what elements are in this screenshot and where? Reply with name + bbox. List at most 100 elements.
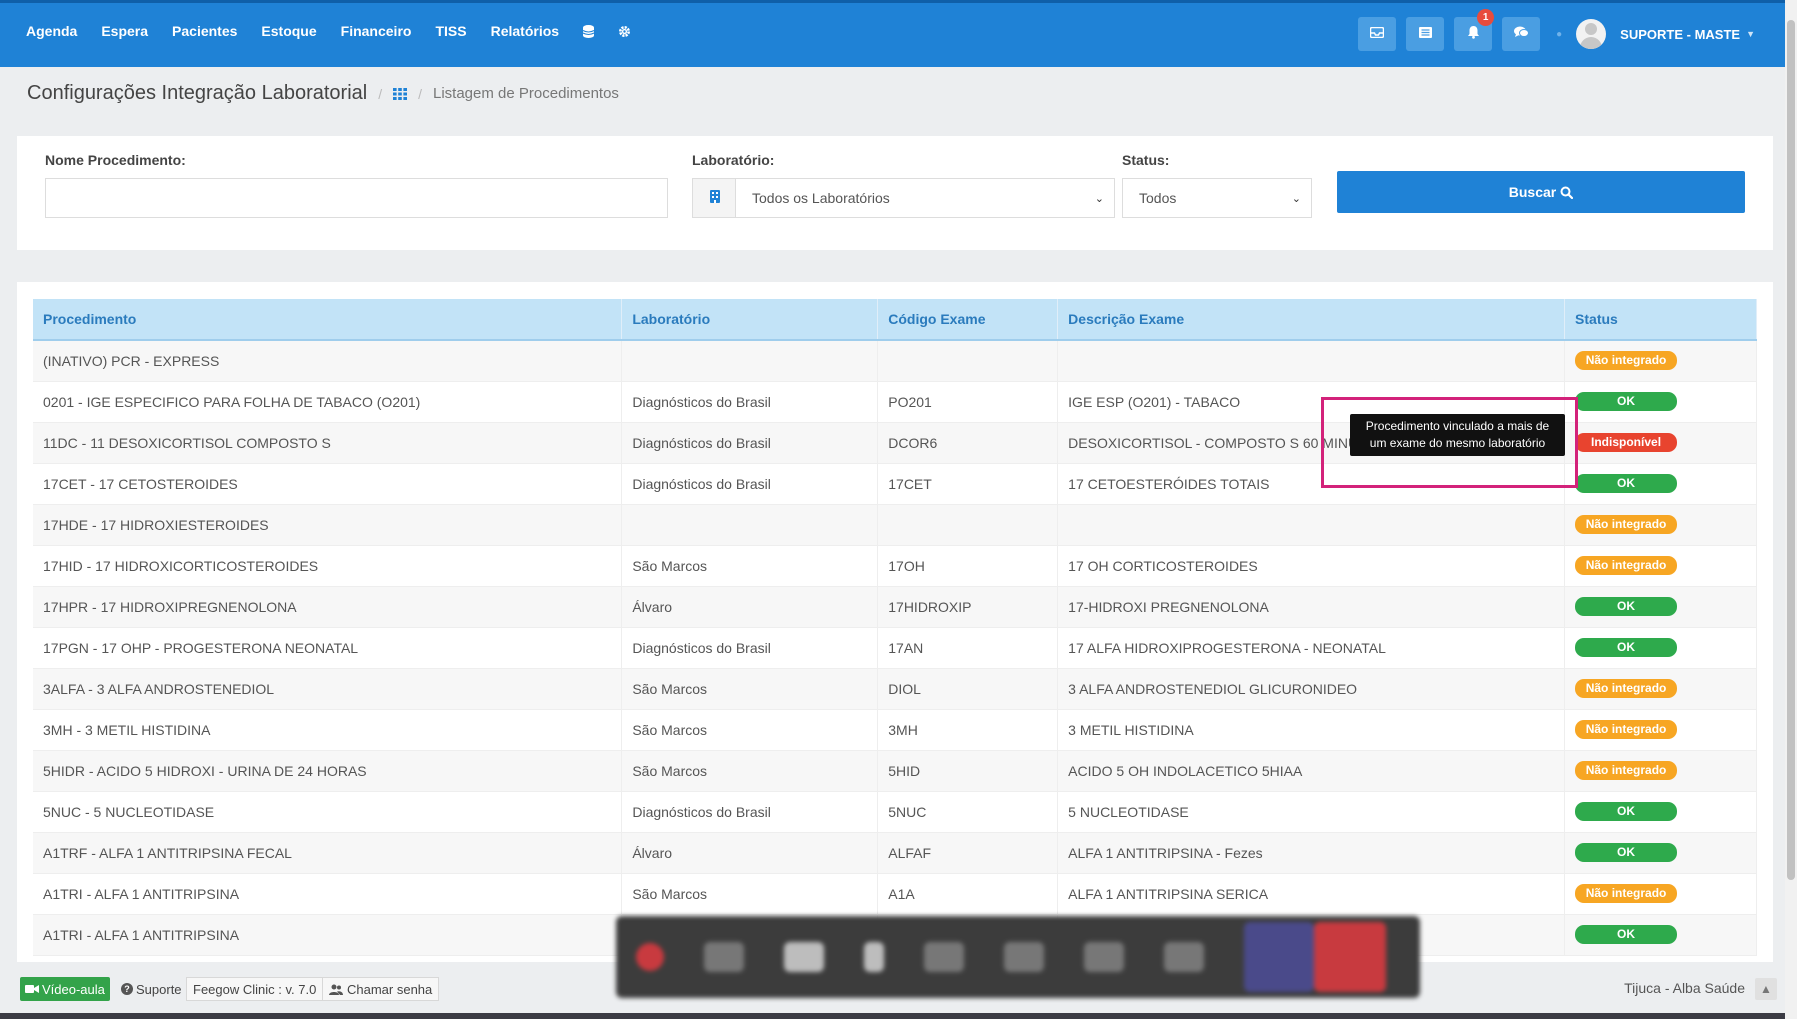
notifications-button[interactable]: 1 bbox=[1454, 9, 1495, 51]
breadcrumb: Configurações Integração Laboratorial / … bbox=[27, 82, 619, 105]
cell-laboratorio bbox=[621, 340, 879, 382]
status-badge[interactable]: Não integrado bbox=[1575, 351, 1678, 371]
gear-icon[interactable] bbox=[618, 25, 631, 38]
end-call-icon[interactable] bbox=[1314, 922, 1386, 992]
cell-status: Não integrado bbox=[1564, 504, 1757, 546]
status-select[interactable]: Todos ⌄ bbox=[1122, 178, 1312, 218]
status-badge[interactable]: Não integrado bbox=[1575, 761, 1678, 780]
video-aula-button[interactable]: Vídeo-aula bbox=[20, 977, 110, 1001]
nav-pacientes[interactable]: Pacientes bbox=[172, 23, 237, 39]
table-row[interactable]: 17HPR - 17 HIDROXIPREGNENOLONA Álvaro 17HI… bbox=[33, 586, 1757, 628]
inbox-button[interactable] bbox=[1358, 17, 1397, 51]
status-badge[interactable]: OK bbox=[1575, 597, 1678, 616]
nav-estoque[interactable]: Estoque bbox=[261, 23, 316, 39]
nome-procedimento-label: Nome Procedimento: bbox=[45, 152, 186, 168]
messages-button[interactable] bbox=[1406, 17, 1445, 51]
chevron-down-icon: ⌄ bbox=[1094, 192, 1104, 205]
table-row[interactable]: A1TRF - ALFA 1 ANTITRIPSINA FECAL Álvaro A… bbox=[33, 832, 1757, 874]
cell-procedimento: (INATIVO) PCR - EXPRESS bbox=[33, 340, 623, 382]
cell-laboratorio: Diagnósticos do Brasil bbox=[621, 791, 879, 833]
caret-down-icon[interactable]: ▼ bbox=[1746, 29, 1755, 39]
cell-codigo-exame bbox=[877, 504, 1059, 546]
search-icon bbox=[1560, 186, 1574, 199]
screen-share-icon[interactable] bbox=[924, 942, 964, 972]
status-badge[interactable]: OK bbox=[1575, 392, 1678, 411]
cell-procedimento: 17HID - 17 HIDROXICORTICOSTEROIDES bbox=[33, 545, 623, 587]
status-badge[interactable]: Não integrado bbox=[1575, 679, 1678, 698]
more-icon[interactable] bbox=[1004, 942, 1044, 972]
cell-codigo-exame: 3MH bbox=[877, 709, 1059, 751]
cell-descricao-exame: ALFA 1 ANTITRIPSINA SERICA bbox=[1057, 873, 1566, 915]
cell-laboratorio: São Marcos bbox=[621, 545, 879, 587]
video-aula-label: Vídeo-aula bbox=[42, 981, 105, 997]
header-status[interactable]: Status bbox=[1564, 299, 1757, 341]
chat-icon[interactable] bbox=[1164, 942, 1204, 972]
scroll-top-button[interactable]: ▲ bbox=[1755, 978, 1777, 1000]
status-badge[interactable]: OK bbox=[1575, 802, 1678, 821]
status-badge[interactable]: Indisponível bbox=[1575, 433, 1678, 452]
buscar-button[interactable]: Buscar bbox=[1337, 171, 1745, 213]
cell-procedimento: 17HPR - 17 HIDROXIPREGNENOLONA bbox=[33, 586, 623, 628]
participants-icon[interactable] bbox=[1244, 922, 1314, 992]
cell-descricao-exame: ACIDO 5 OH INDOLACETICO 5HIAA bbox=[1057, 750, 1566, 792]
suporte-button[interactable]: ? Suporte bbox=[115, 977, 188, 1001]
header-descricao-exame[interactable]: Descrição Exame bbox=[1057, 299, 1566, 341]
camera-icon[interactable] bbox=[784, 942, 824, 972]
nav-relatorios[interactable]: Relatórios bbox=[491, 23, 559, 39]
record-icon[interactable] bbox=[636, 943, 664, 971]
database-icon[interactable] bbox=[583, 24, 595, 38]
header-procedimento[interactable]: Procedimento bbox=[33, 299, 623, 341]
status-badge[interactable]: Não integrado bbox=[1575, 884, 1678, 903]
status-badge[interactable]: Não integrado bbox=[1575, 720, 1678, 739]
table-row[interactable]: 3MH - 3 METIL HISTIDINA São Marcos 3MH 3 ME… bbox=[33, 709, 1757, 751]
cell-codigo-exame bbox=[877, 340, 1059, 382]
status-badge[interactable]: OK bbox=[1575, 843, 1678, 862]
page-title: Configurações Integração Laboratorial bbox=[27, 82, 368, 104]
nav-financeiro[interactable]: Financeiro bbox=[341, 23, 412, 39]
chamar-senha-label: Chamar senha bbox=[347, 981, 433, 997]
table-row[interactable]: A1TRI - ALFA 1 ANTITRIPSINA São Marcos A1A… bbox=[33, 873, 1757, 915]
status-badge[interactable]: Não integrado bbox=[1575, 515, 1678, 534]
table-row[interactable]: 5HIDR - ACIDO 5 HIDROXI - URINA DE 24 HO… bbox=[33, 750, 1757, 792]
laboratorio-select[interactable]: Todos os Laboratórios ⌄ bbox=[735, 178, 1115, 218]
cell-procedimento: 11DC - 11 DESOXICORTISOL COMPOSTO S bbox=[33, 422, 623, 464]
header-laboratorio[interactable]: Laboratório bbox=[621, 299, 879, 341]
cell-procedimento: 5NUC - 5 NUCLEOTIDASE bbox=[33, 791, 623, 833]
dot-separator: ● bbox=[1556, 28, 1563, 40]
table-row[interactable]: 3ALFA - 3 ALFA ANDROSTENEDIOL São Marcos D… bbox=[33, 668, 1757, 710]
status-tooltip: Procedimento vinculado a mais de um exam… bbox=[1350, 414, 1565, 456]
microphone-icon[interactable] bbox=[864, 942, 884, 972]
table-row[interactable]: (INATIVO) PCR - EXPRESS Não integrado bbox=[33, 340, 1757, 382]
user-name[interactable]: SUPORTE - MASTE bbox=[1620, 27, 1740, 42]
cell-status: OK bbox=[1564, 463, 1757, 505]
scrollbar-thumb[interactable] bbox=[1787, 20, 1795, 880]
avatar[interactable] bbox=[1576, 19, 1607, 49]
table-row[interactable]: 17PGN - 17 OHP - PROGESTERONA NEONATAL Di… bbox=[33, 627, 1757, 669]
page-scrollbar[interactable] bbox=[1785, 0, 1797, 1019]
cell-descricao-exame: ALFA 1 ANTITRIPSINA - Fezes bbox=[1057, 832, 1566, 874]
list-icon bbox=[1418, 25, 1432, 43]
nav-tiss[interactable]: TISS bbox=[435, 23, 466, 39]
table-row[interactable]: 17HID - 17 HIDROXICORTICOSTEROIDES São Ma… bbox=[33, 545, 1757, 587]
status-badge[interactable]: Não integrado bbox=[1575, 556, 1678, 575]
header-codigo-exame[interactable]: Código Exame bbox=[877, 299, 1059, 341]
cell-descricao-exame: 17 ALFA HIDROXIPROGESTERONA - NEONATAL bbox=[1057, 627, 1566, 669]
status-badge[interactable]: OK bbox=[1575, 638, 1678, 657]
nav-espera[interactable]: Espera bbox=[101, 23, 148, 39]
cell-codigo-exame: 5HID bbox=[877, 750, 1059, 792]
status-badge[interactable]: OK bbox=[1575, 925, 1678, 944]
video-call-toolbar[interactable] bbox=[616, 916, 1420, 998]
status-badge[interactable]: OK bbox=[1575, 474, 1678, 493]
suporte-label: Suporte bbox=[136, 981, 182, 997]
chamar-senha-button[interactable]: Chamar senha bbox=[322, 977, 440, 1001]
nome-procedimento-input[interactable] bbox=[45, 178, 668, 218]
chat-button[interactable] bbox=[1502, 17, 1541, 51]
cell-status: Indisponível bbox=[1564, 422, 1757, 464]
grid-icon[interactable] bbox=[393, 87, 408, 100]
breadcrumb-separator: / bbox=[418, 85, 422, 102]
table-row[interactable]: 5NUC - 5 NUCLEOTIDASE Diagnósticos do Bra… bbox=[33, 791, 1757, 833]
cell-laboratorio: São Marcos bbox=[621, 750, 879, 792]
table-row[interactable]: 17HDE - 17 HIDROXIESTEROIDES Não integrad… bbox=[33, 504, 1757, 546]
nav-agenda[interactable]: Agenda bbox=[26, 23, 77, 39]
hand-icon[interactable] bbox=[1084, 942, 1124, 972]
